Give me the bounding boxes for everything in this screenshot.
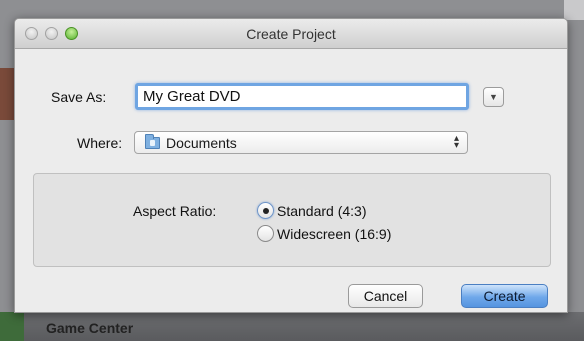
background-app-label: Game Center — [46, 320, 134, 336]
aspect-ratio-group — [33, 173, 551, 267]
aspect-ratio-label: Aspect Ratio: — [133, 203, 217, 219]
save-as-label: Save As: — [51, 89, 107, 105]
radio-widescreen-label: Widescreen (16:9) — [277, 225, 392, 242]
radio-unselected-icon[interactable] — [257, 225, 274, 242]
cancel-button[interactable]: Cancel — [348, 284, 423, 308]
where-label: Where: — [77, 135, 123, 151]
radio-selected-icon[interactable] — [257, 202, 274, 219]
title-bar[interactable]: Create Project — [15, 19, 567, 49]
create-button[interactable]: Create — [461, 284, 548, 308]
folder-icon — [145, 133, 160, 149]
window-title: Create Project — [246, 26, 336, 42]
chevron-down-icon: ▼ — [489, 92, 498, 102]
radio-widescreen[interactable]: Widescreen (16:9) — [257, 225, 391, 242]
where-value: Documents — [166, 134, 237, 151]
save-as-input[interactable] — [135, 83, 469, 110]
up-down-arrows-icon: ▴ ▾ — [453, 133, 459, 151]
where-popup[interactable]: Documents ▴ ▾ — [134, 131, 468, 154]
background-corner — [564, 0, 584, 20]
create-project-dialog: Create Project Save As: ▼ Where: Documen… — [14, 18, 568, 313]
radio-standard-label: Standard (4:3) — [277, 202, 367, 219]
radio-standard[interactable]: Standard (4:3) — [257, 202, 367, 219]
expand-browser-button[interactable]: ▼ — [483, 87, 504, 107]
background-app-icon — [0, 312, 24, 341]
